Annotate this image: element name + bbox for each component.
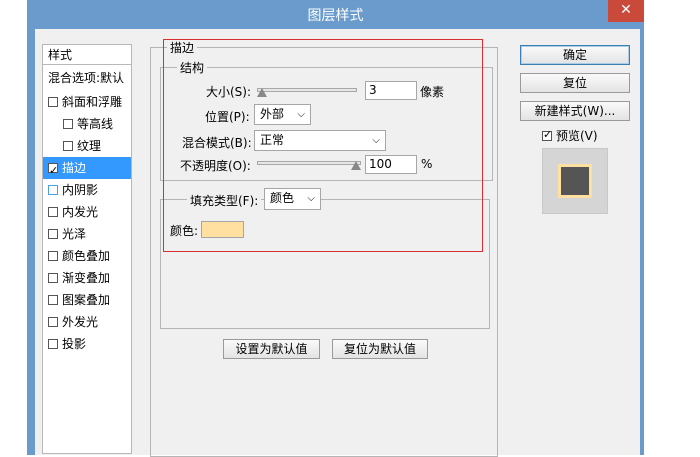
sidebar-item-outer-glow[interactable]: 外发光 — [43, 311, 131, 333]
sidebar-item-contour[interactable]: 等高线 — [43, 113, 131, 135]
stroke-checkbox[interactable] — [48, 160, 58, 182]
sidebar-item-drop-shadow[interactable]: 投影 — [43, 333, 131, 355]
sidebar-item-label: 光泽 — [62, 227, 87, 241]
style-preview — [542, 148, 608, 214]
bevel-emboss-checkbox[interactable] — [48, 97, 58, 107]
sidebar-item-gradient-overlay[interactable]: 渐变叠加 — [43, 267, 131, 289]
sidebar-item-label: 渐变叠加 — [62, 271, 111, 285]
sidebar-item-label: 内阴影 — [62, 183, 99, 197]
reset-button[interactable]: 复位 — [520, 73, 630, 93]
contour-checkbox[interactable] — [63, 119, 73, 129]
sidebar-item-inner-shadow[interactable]: 内阴影 — [43, 179, 131, 201]
sidebar-item-stroke[interactable]: 描边 — [43, 157, 131, 182]
close-button[interactable]: ✕ — [608, 0, 644, 22]
sidebar-item-label: 投影 — [62, 337, 87, 351]
texture-checkbox[interactable] — [63, 141, 73, 151]
outer-glow-checkbox[interactable] — [48, 317, 58, 327]
gradient-overlay-checkbox[interactable] — [48, 273, 58, 283]
pattern-overlay-checkbox[interactable] — [48, 295, 58, 305]
set-default-button[interactable]: 设置为默认值 — [223, 339, 320, 359]
ok-button[interactable]: 确定 — [520, 45, 630, 65]
satin-checkbox[interactable] — [48, 229, 58, 239]
styles-header[interactable]: 样式 — [43, 45, 131, 65]
sidebar-item-label: 等高线 — [77, 117, 114, 131]
sidebar-item-texture[interactable]: 纹理 — [43, 135, 131, 157]
sidebar-item-label: 描边 — [62, 161, 87, 175]
sidebar-item-inner-glow[interactable]: 内发光 — [43, 201, 131, 223]
reset-default-button[interactable]: 复位为默认值 — [332, 339, 428, 359]
sidebar-item-label: 颜色叠加 — [62, 249, 111, 263]
sidebar-item-color-overlay[interactable]: 颜色叠加 — [43, 245, 131, 267]
preview-thumbnail — [558, 164, 592, 198]
sidebar-item-satin[interactable]: 光泽 — [43, 223, 131, 245]
sidebar-item-pattern-overlay[interactable]: 图案叠加 — [43, 289, 131, 311]
preview-checkbox[interactable] — [542, 128, 552, 141]
sidebar-item-bevel-emboss[interactable]: 斜面和浮雕 — [43, 91, 131, 113]
new-style-button[interactable]: 新建样式(W)... — [520, 101, 630, 121]
window-title: 图层样式 — [307, 8, 364, 24]
preview-label: 预览(V) — [556, 129, 598, 143]
color-overlay-checkbox[interactable] — [48, 251, 58, 261]
highlight-box — [163, 39, 483, 252]
styles-list: 样式 混合选项:默认 斜面和浮雕 等高线 纹理 描边 内阴影 内发光 光泽 颜色… — [42, 44, 132, 454]
sidebar-item-label: 内发光 — [62, 205, 99, 219]
sidebar-item-label: 斜面和浮雕 — [62, 95, 123, 109]
inner-glow-checkbox[interactable] — [48, 207, 58, 217]
inner-shadow-checkbox[interactable] — [48, 185, 58, 195]
sidebar-item-label: 外发光 — [62, 315, 99, 329]
close-icon: ✕ — [620, 2, 632, 18]
drop-shadow-checkbox[interactable] — [48, 339, 58, 349]
preview-toggle[interactable]: 预览(V) — [542, 127, 598, 144]
blend-options-item[interactable]: 混合选项:默认 — [43, 67, 131, 89]
sidebar-item-label: 纹理 — [77, 139, 102, 153]
sidebar-item-label: 图案叠加 — [62, 293, 111, 307]
